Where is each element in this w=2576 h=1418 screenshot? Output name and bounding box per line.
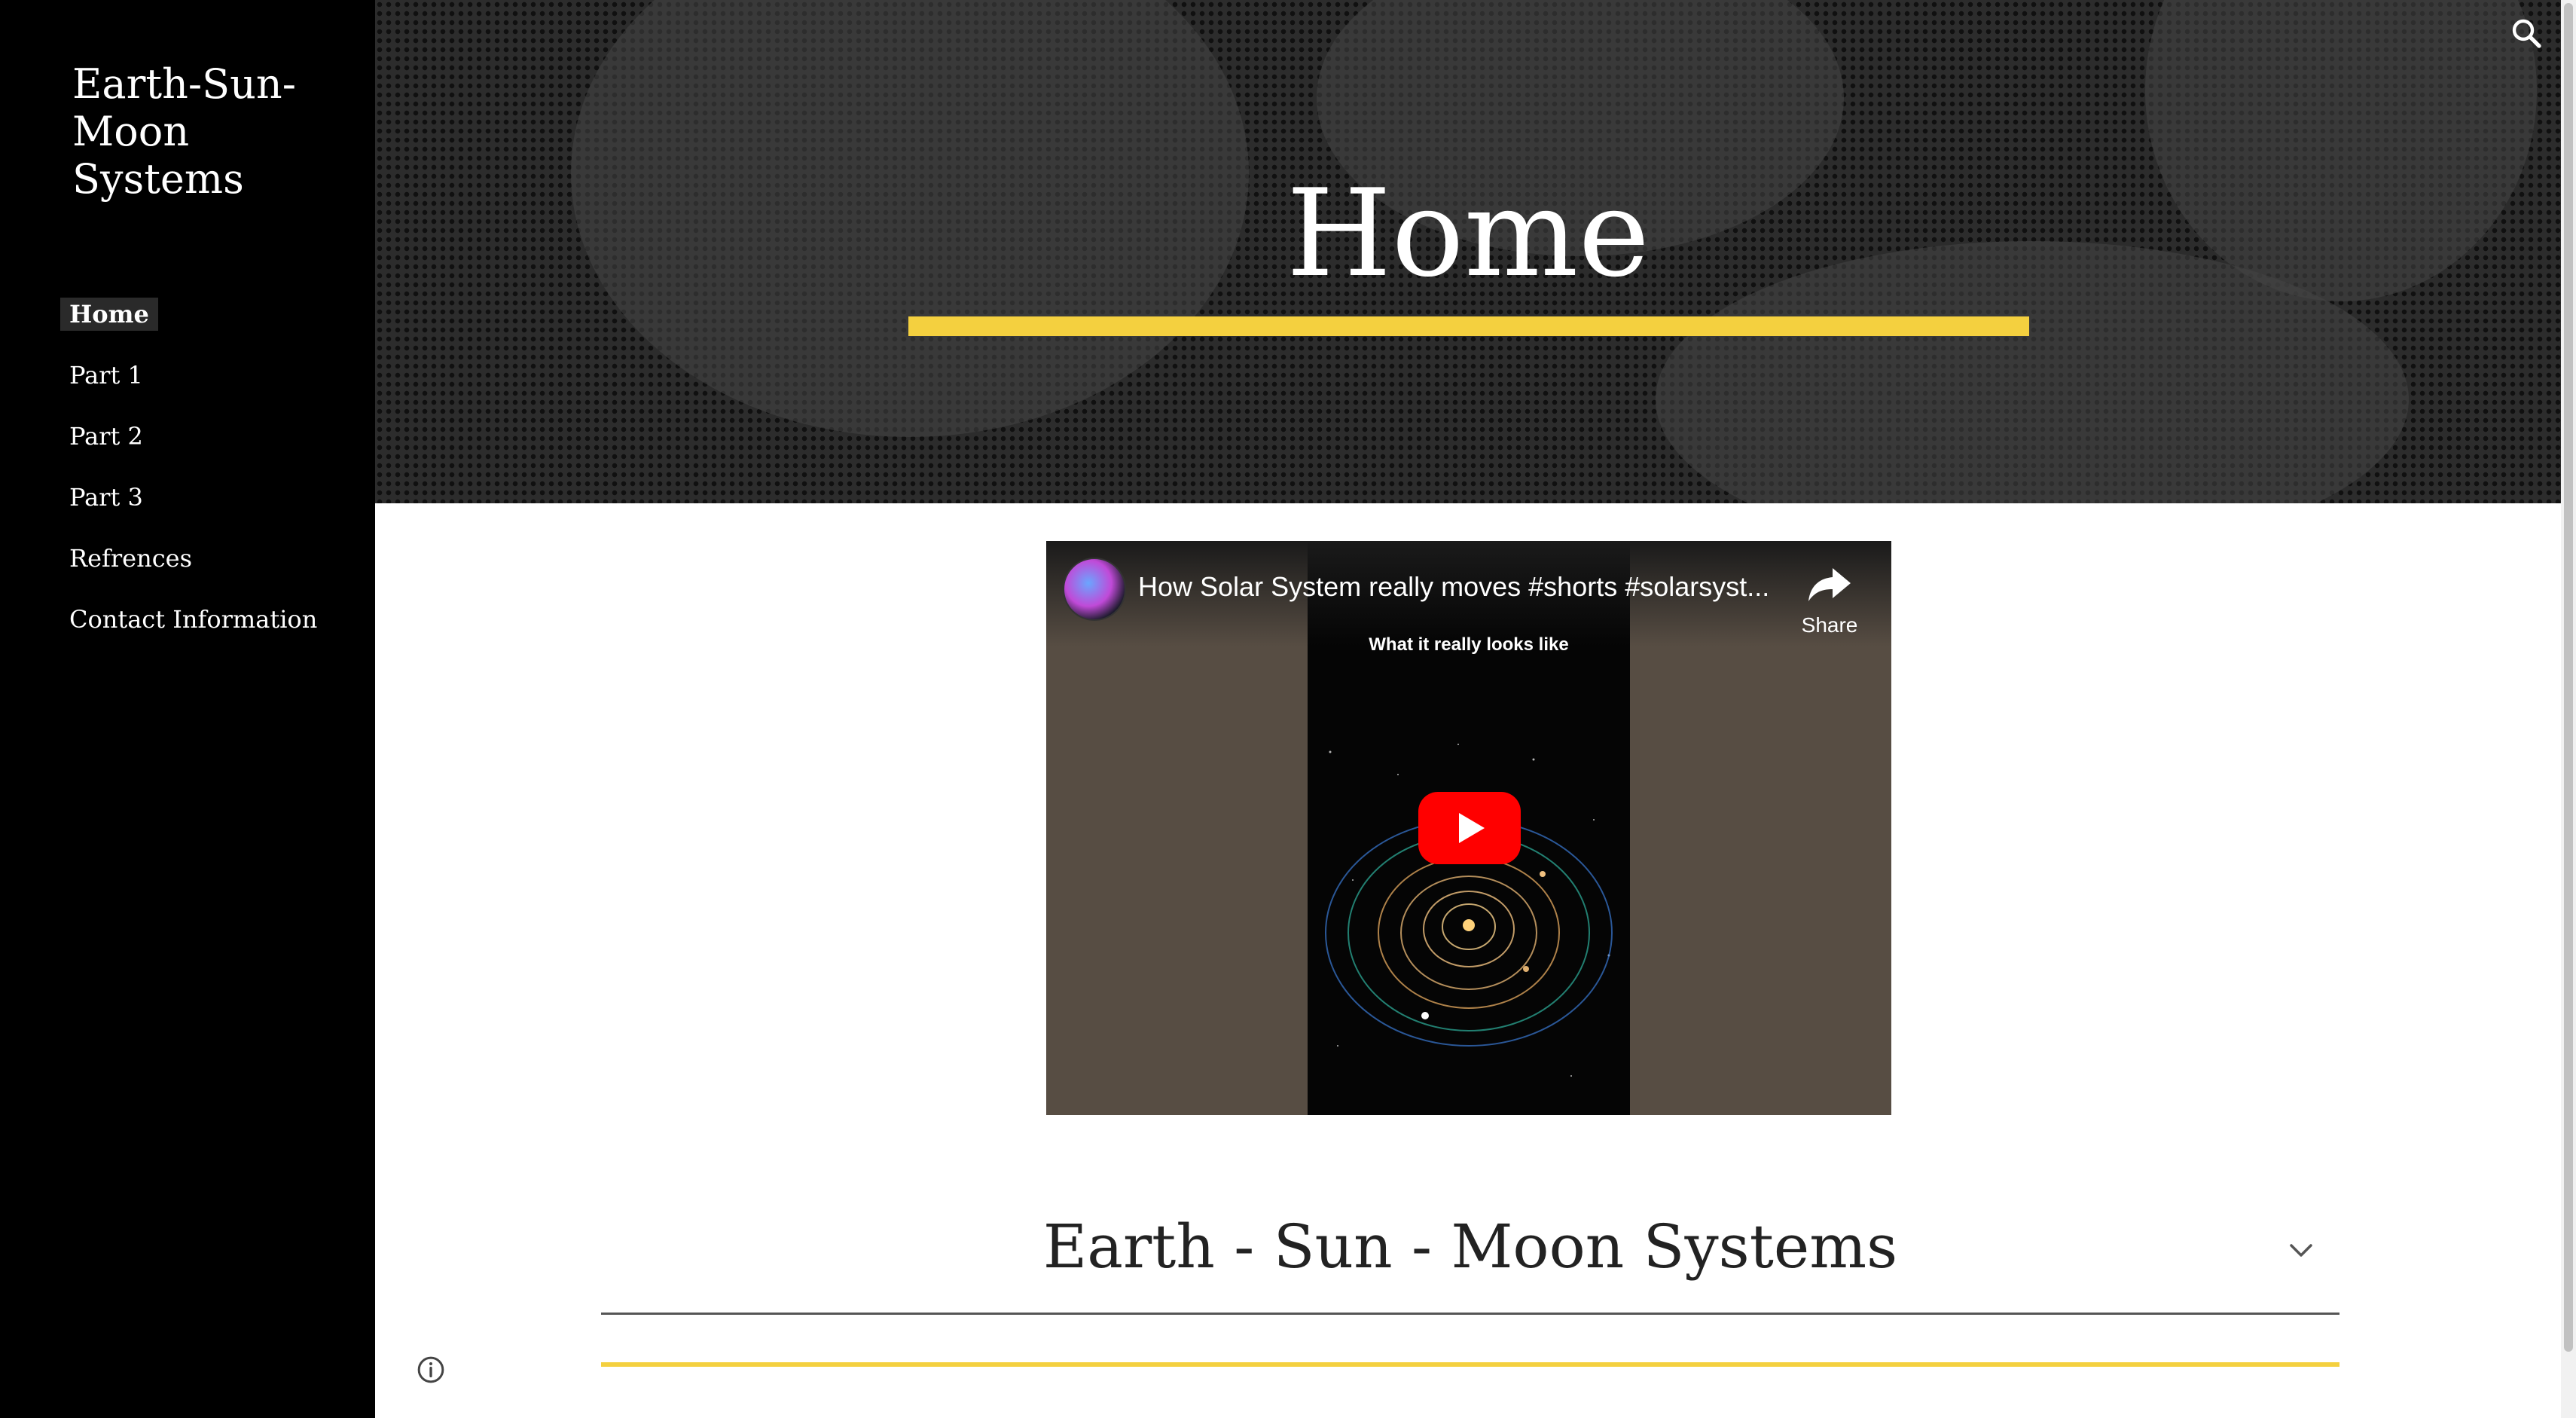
share-button[interactable]: Share (1784, 558, 1875, 640)
solar-system-thumbnail (1325, 744, 1613, 1077)
title-underline (908, 316, 2029, 336)
play-button[interactable] (1418, 792, 1521, 864)
nav-item-part-3[interactable]: Part 3 (60, 481, 152, 514)
section-accent-bar (601, 1362, 2339, 1367)
search-button[interactable] (2508, 15, 2544, 51)
search-icon (2512, 19, 2541, 48)
nav-item-refrences[interactable]: Refrences (60, 542, 201, 575)
section-divider (601, 1313, 2339, 1315)
header-banner: Home (375, 0, 2561, 503)
share-icon (1808, 568, 1851, 601)
scrollbar-thumb[interactable] (2564, 3, 2573, 1352)
collapse-toggle[interactable] (2282, 1232, 2320, 1270)
chevron-down-icon (2290, 1244, 2312, 1257)
nav-item-home[interactable]: Home (60, 298, 158, 331)
video-embed[interactable]: How Solar System really moves #shorts #s… (1046, 541, 1891, 1115)
sidebar-nav: Home Part 1 Part 2 Part 3 Refrences Cont… (60, 298, 326, 664)
video-title[interactable]: How Solar System really moves #shorts #s… (1138, 571, 1786, 603)
channel-avatar[interactable] (1063, 558, 1126, 621)
page-title: Home (1286, 163, 1650, 304)
sidebar: Earth-Sun-Moon Systems Home Part 1 Part … (0, 0, 375, 1418)
site-info-button[interactable] (416, 1355, 446, 1385)
share-label: Share (1801, 613, 1858, 637)
section-title: Earth - Sun - Moon Systems (1042, 1212, 1898, 1282)
info-icon (417, 1356, 444, 1383)
nav-item-contact-information[interactable]: Contact Information (60, 603, 326, 636)
nav-item-part-1[interactable]: Part 1 (60, 359, 152, 392)
nav-item-part-2[interactable]: Part 2 (60, 420, 152, 453)
video-overlay-text: What it really looks like (1369, 634, 1569, 655)
play-icon (1418, 792, 1521, 864)
site-title[interactable]: Earth-Sun-Moon Systems (72, 60, 343, 203)
